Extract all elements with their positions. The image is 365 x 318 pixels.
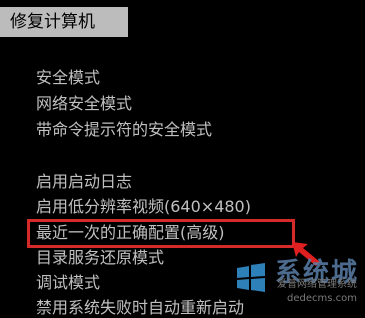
watermark-site-name: 爱普网络管理系统 xyxy=(277,279,357,290)
menu-item-debugging-mode[interactable]: 调试模式 xyxy=(36,273,100,293)
windows-logo-icon xyxy=(237,263,265,292)
menu-item-safe-mode-command-prompt[interactable]: 带命令提示符的安全模式 xyxy=(36,120,212,140)
repair-computer-button[interactable]: 修复计算机 xyxy=(0,7,128,37)
selection-highlight-box xyxy=(27,219,295,248)
menu-item-directory-services-restore[interactable]: 目录服务还原模式 xyxy=(36,248,164,268)
site-watermark: 系统城 爱普网络管理系统 dedecms.com xyxy=(215,250,365,310)
menu-item-disable-auto-restart[interactable]: 禁用系统失败时自动重新启动 xyxy=(36,298,244,318)
watermark-url: dedecms.com xyxy=(287,293,357,304)
menu-item-enable-boot-logging[interactable]: 启用启动日志 xyxy=(36,172,132,192)
menu-item-low-resolution-video[interactable]: 启用低分辨率视频(640×480) xyxy=(36,197,251,217)
menu-item-safe-mode[interactable]: 安全模式 xyxy=(36,68,100,88)
menu-item-safe-mode-networking[interactable]: 网络安全模式 xyxy=(36,94,132,114)
